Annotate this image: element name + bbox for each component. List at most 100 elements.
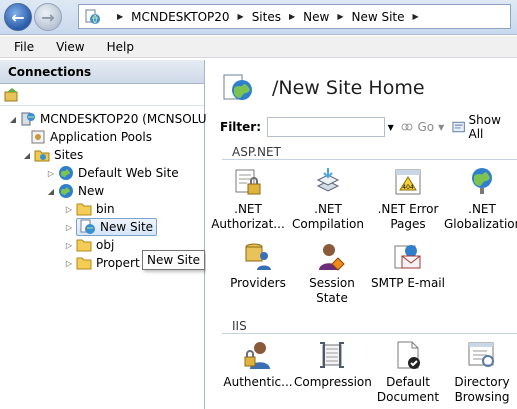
filter-bar: Filter: ▼ Go ▼ Show All [220,113,517,141]
feature-label: SMTP E-mail [371,276,445,290]
connections-panel: Connections ◢ MCNDESKTOP20 (MCNSOLU Appl… [0,60,207,409]
tree-node-sites[interactable]: ◢ Sites [22,146,83,164]
feature-net-authorization[interactable]: .NET Authorizat... [210,166,286,232]
tree-node-new-site[interactable]: ▷ New Site [64,218,158,236]
app-pools-icon [31,130,45,144]
feature-label: .NET Compilation [291,202,365,231]
site-icon [80,219,95,234]
session-state-icon [319,244,345,271]
folder-icon [76,257,92,270]
feature-net-compilation[interactable]: .NET Compilation [290,166,366,232]
connect-icon[interactable] [4,87,20,103]
server-icon [21,112,35,126]
menu-file[interactable]: File [14,40,34,54]
breadcrumb-separator: ▶ [117,12,124,21]
expand-icon[interactable]: ▷ [64,241,74,250]
authorization-icon [235,169,261,195]
tree-node-new[interactable]: ◢ New [46,182,104,200]
connections-toolbar [0,84,204,106]
expand-icon[interactable]: ▷ [46,169,56,178]
tree-node-default-web-site[interactable]: ▷ Default Web Site [46,164,179,182]
feature-label: .NET Authorizat... [211,202,285,231]
feature-net-error-pages[interactable]: 404 .NET Error Pages [370,166,446,232]
tree-node-label: New [78,184,105,198]
show-all-icon [452,121,466,133]
tree-node-label: obj [96,238,115,252]
page-title: /New Site Home [272,77,425,99]
connections-title: Connections [0,60,204,84]
feature-authentication[interactable]: Authentic... [220,339,296,390]
collapse-icon[interactable]: ◢ [22,151,32,160]
site-icon [85,9,100,24]
feature-smtp-email[interactable]: SMTP E-mail [370,240,446,291]
tree-node-server[interactable]: ◢ MCNDESKTOP20 (MCNSOLU [8,110,207,128]
tree-node-label: bin [96,202,115,216]
chevron-down-icon[interactable]: ▼ [385,123,396,132]
directory-browsing-icon [468,342,494,367]
collapse-icon[interactable]: ◢ [8,115,18,124]
breadcrumb-item-server[interactable]: MCNDESKTOP20 [131,10,229,24]
tree-node-label: Propert [96,256,140,270]
show-all-label: Show All [468,113,501,141]
providers-icon [245,243,271,270]
go-label: Go [417,120,435,134]
tree-node-label: MCNDESKTOP20 (MCNSOLU [40,112,207,126]
go-button[interactable]: Go ▼ [400,120,444,134]
site-icon [223,74,252,100]
feature-default-document[interactable]: Default Document [370,339,446,405]
breadcrumb[interactable]: ▶ MCNDESKTOP20 ▶ Sites ▶ New ▶ New Site … [78,4,511,29]
feature-compression[interactable]: Compression [294,339,372,390]
breadcrumb-separator: ▶ [237,12,244,21]
breadcrumb-separator: ▶ [337,12,344,21]
tree-node-application-pools[interactable]: Application Pools [30,128,152,146]
section-divider [222,333,517,334]
tree-node-label: Default Web Site [78,166,179,180]
feature-label: Authentic... [223,375,293,389]
breadcrumb-item-sites[interactable]: Sites [252,10,281,24]
address-bar: ← → ▶ MCNDESKTOP20 ▶ Sites ▶ New ▶ New S… [0,0,517,35]
tree-node-bin[interactable]: ▷ bin [64,200,115,218]
back-button[interactable]: ← [4,3,32,31]
folder-icon [76,203,92,216]
menu-view[interactable]: View [56,40,84,54]
folder-icon [76,239,92,252]
show-all-button[interactable]: Show All [452,113,517,141]
page-header: /New Site Home [222,72,425,104]
expand-icon[interactable]: ▷ [64,259,74,268]
feature-label: Default Document [376,375,440,404]
expand-icon[interactable]: ▷ [64,223,74,232]
expand-icon[interactable]: ▷ [64,205,74,214]
menu-help[interactable]: Help [107,40,134,54]
tree-node-label: New Site [100,220,154,234]
feature-label: Providers [230,276,286,290]
feature-net-globalization[interactable]: .NET Globalization [444,166,517,232]
selected-tree-item[interactable]: New Site [76,218,158,236]
filter-label: Filter: [220,120,262,134]
collapse-icon[interactable]: ◢ [46,187,56,196]
compilation-icon [316,168,340,192]
feature-session-state[interactable]: Session State [294,240,370,306]
breadcrumb-separator[interactable]: ▶ [413,12,419,21]
filter-input[interactable] [267,117,386,137]
globalization-icon [472,168,492,194]
breadcrumb-item-new[interactable]: New [303,10,329,24]
feature-providers[interactable]: Providers [220,240,296,291]
forward-button[interactable]: → [34,3,62,31]
globe-icon [59,166,73,180]
authentication-icon [244,342,270,369]
feature-label: Directory Browsing [454,375,510,404]
breadcrumb-separator: ▶ [288,12,296,21]
sites-folder-icon [34,150,50,162]
smtp-email-icon [394,245,421,269]
feature-directory-browsing[interactable]: Directory Browsing [444,339,517,405]
tooltip: New Site [142,250,206,270]
tree-node-obj[interactable]: ▷ obj [64,236,114,254]
tree-node-properties[interactable]: ▷ Propert [64,254,140,272]
feature-label: Session State [309,276,355,305]
tree-node-label: Application Pools [50,130,152,144]
compression-icon [320,342,344,368]
feature-label: .NET Error Pages [377,202,439,231]
chevron-down-icon[interactable]: ▼ [438,123,444,132]
breadcrumb-item-new-site[interactable]: New Site [351,10,404,24]
section-label-aspnet: ASP.NET [232,145,281,159]
